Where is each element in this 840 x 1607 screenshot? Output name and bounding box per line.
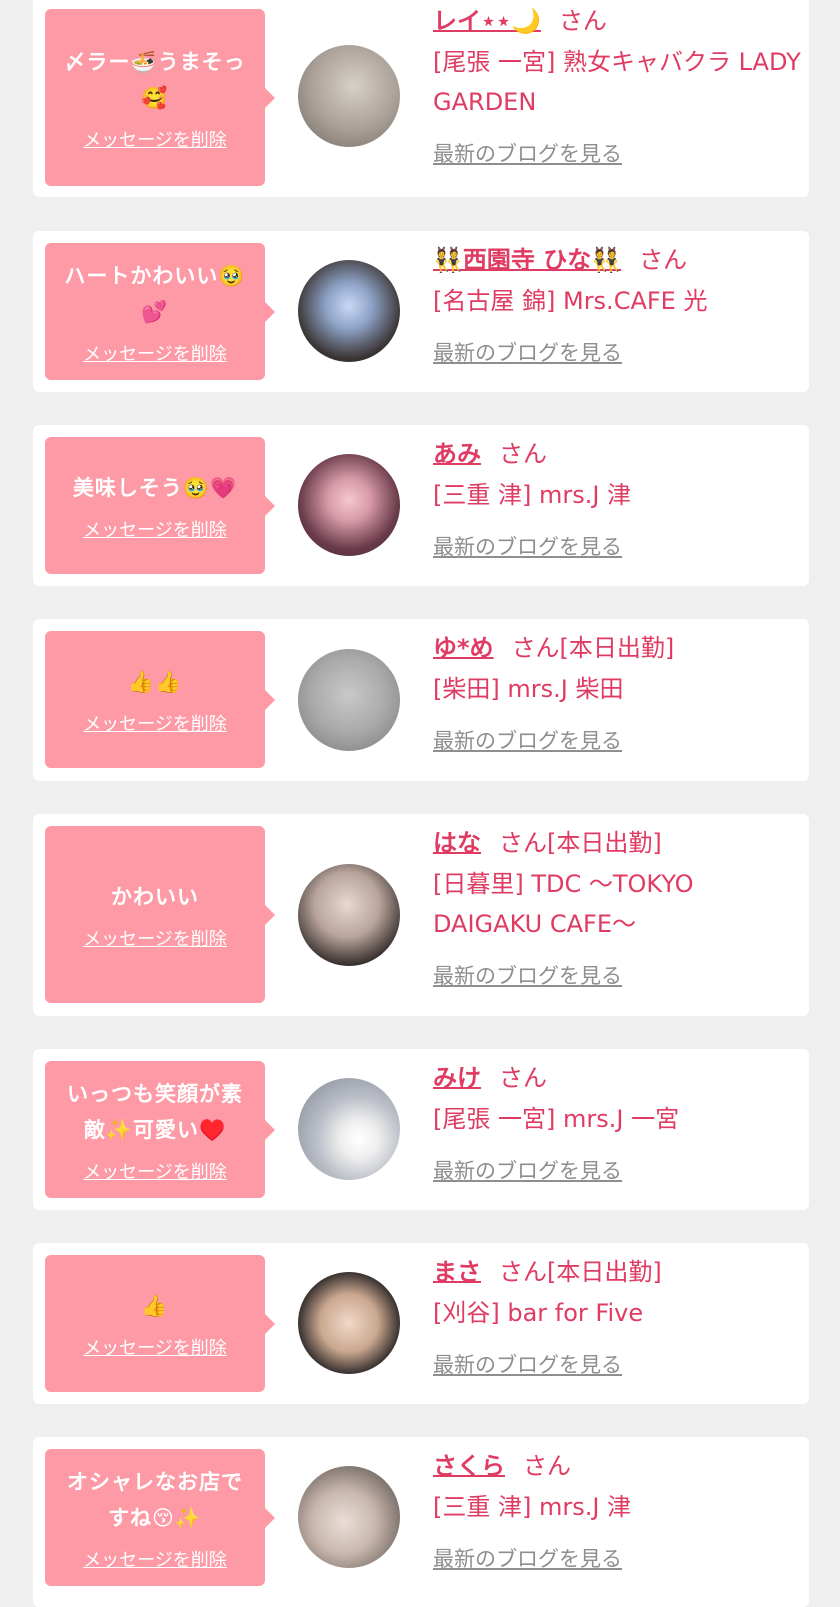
message-card: オシャレなお店ですね😚✨ メッセージを削除 さくら さん [三重 津] mrs.J… — [33, 1437, 809, 1607]
profile-info: まさ さん[本日出勤] [刈谷] bar for Five 最新のブログを見る — [433, 1255, 803, 1379]
avatar[interactable] — [298, 1466, 400, 1568]
honorific-label: さん — [639, 246, 688, 274]
honorific-label: さん[本日出勤] — [499, 829, 662, 857]
avatar[interactable] — [298, 1272, 400, 1374]
profile-info: あみ さん [三重 津] mrs.J 津 最新のブログを見る — [433, 437, 803, 561]
delete-message-link[interactable]: メッセージを削除 — [83, 1546, 227, 1572]
shop-name: [名古屋 錦] Mrs.CAFE 光 — [433, 287, 708, 315]
latest-blog-link[interactable]: 最新のブログを見る — [433, 960, 622, 990]
honorific-label: さん[本日出勤] — [511, 634, 675, 662]
message-list: 〆ラー🍜うまそっ🥰 メッセージを削除 レイ⋆⋆🌙 さん [尾張 一宮] 熟女キャバ… — [0, 0, 840, 1607]
message-card: いっつも笑顔が素敵✨可愛い♥️ メッセージを削除 みけ さん [尾張 一宮] mr… — [33, 1049, 809, 1210]
delete-message-link[interactable]: メッセージを削除 — [83, 925, 227, 951]
profile-info: 👯西園寺 ひな👯 さん [名古屋 錦] Mrs.CAFE 光 最新のブログを見る — [433, 243, 803, 367]
cast-name-link[interactable]: みけ — [433, 1064, 481, 1092]
shop-name: [柴田] mrs.J 柴田 — [433, 675, 624, 703]
latest-blog-link[interactable]: 最新のブログを見る — [433, 531, 622, 561]
message-card: 〆ラー🍜うまそっ🥰 メッセージを削除 レイ⋆⋆🌙 さん [尾張 一宮] 熟女キャバ… — [33, 0, 809, 197]
delete-message-link[interactable]: メッセージを削除 — [83, 126, 227, 152]
avatar[interactable] — [298, 45, 400, 147]
avatar[interactable] — [298, 649, 400, 751]
profile-info: レイ⋆⋆🌙 さん [尾張 一宮] 熟女キャバクラ LADY GARDEN 最新のブ… — [433, 4, 803, 168]
avatar[interactable] — [298, 1078, 400, 1180]
honorific-label: さん[本日出勤] — [499, 1258, 662, 1286]
profile-info: みけ さん [尾張 一宮] mrs.J 一宮 最新のブログを見る — [433, 1061, 803, 1185]
message-bubble: 👍👍 メッセージを削除 — [45, 631, 275, 768]
profile-info: はな さん[本日出勤] [日暮里] TDC ～TOKYO DAIGAKU CAFE… — [433, 826, 803, 990]
message-card: 👍👍 メッセージを削除 ゆ*め さん[本日出勤] [柴田] mrs.J 柴田 最新… — [33, 619, 809, 781]
latest-blog-link[interactable]: 最新のブログを見る — [433, 138, 622, 168]
message-text: いっつも笑顔が素敵✨可愛い♥️ — [67, 1081, 243, 1142]
message-text: オシャレなお店ですね😚✨ — [67, 1469, 243, 1530]
message-text: かわいい — [111, 884, 199, 909]
shop-name: [刈谷] bar for Five — [433, 1299, 644, 1327]
profile-info: さくら さん [三重 津] mrs.J 津 最新のブログを見る — [433, 1449, 803, 1573]
cast-name-link[interactable]: 👯西園寺 ひな👯 — [433, 246, 621, 274]
delete-message-link[interactable]: メッセージを削除 — [83, 340, 227, 366]
latest-blog-link[interactable]: 最新のブログを見る — [433, 1349, 622, 1379]
shop-name: [尾張 一宮] 熟女キャバクラ LADY GARDEN — [433, 48, 801, 116]
message-text: 👍 — [141, 1293, 169, 1318]
latest-blog-link[interactable]: 最新のブログを見る — [433, 1155, 622, 1185]
message-text: 👍👍 — [127, 669, 183, 694]
delete-message-link[interactable]: メッセージを削除 — [83, 1158, 227, 1184]
cast-name-link[interactable]: ゆ*め — [433, 634, 494, 662]
message-text: 美味しそう🥹💗 — [72, 475, 238, 500]
shop-name: [三重 津] mrs.J 津 — [433, 481, 632, 509]
cast-name-link[interactable]: あみ — [433, 440, 481, 468]
cast-name-link[interactable]: はな — [433, 829, 481, 857]
honorific-label: さん — [523, 1452, 571, 1480]
avatar[interactable] — [298, 454, 400, 556]
message-bubble: オシャレなお店ですね😚✨ メッセージを削除 — [45, 1449, 275, 1586]
delete-message-link[interactable]: メッセージを削除 — [83, 516, 227, 542]
message-bubble: かわいい メッセージを削除 — [45, 826, 275, 1003]
cast-name-link[interactable]: レイ⋆⋆🌙 — [433, 7, 541, 35]
cast-name-link[interactable]: まさ — [433, 1258, 481, 1286]
message-card: 美味しそう🥹💗 メッセージを削除 あみ さん [三重 津] mrs.J 津 最新の… — [33, 425, 809, 586]
avatar[interactable] — [298, 864, 400, 966]
message-bubble: 〆ラー🍜うまそっ🥰 メッセージを削除 — [45, 9, 275, 186]
cast-name-link[interactable]: さくら — [433, 1452, 505, 1480]
latest-blog-link[interactable]: 最新のブログを見る — [433, 725, 622, 755]
message-text: ハートかわいい🥹💕 — [64, 263, 246, 324]
delete-message-link[interactable]: メッセージを削除 — [83, 710, 227, 736]
message-bubble: ハートかわいい🥹💕 メッセージを削除 — [45, 243, 275, 380]
honorific-label: さん — [499, 440, 547, 468]
message-bubble: 美味しそう🥹💗 メッセージを削除 — [45, 437, 275, 574]
message-card: 👍 メッセージを削除 まさ さん[本日出勤] [刈谷] bar for Five … — [33, 1243, 809, 1404]
message-bubble: いっつも笑顔が素敵✨可愛い♥️ メッセージを削除 — [45, 1061, 275, 1198]
message-bubble: 👍 メッセージを削除 — [45, 1255, 275, 1392]
honorific-label: さん — [558, 7, 607, 35]
message-card: ハートかわいい🥹💕 メッセージを削除 👯西園寺 ひな👯 さん [名古屋 錦] Mr… — [33, 231, 809, 392]
shop-name: [尾張 一宮] mrs.J 一宮 — [433, 1105, 680, 1133]
message-card: かわいい メッセージを削除 はな さん[本日出勤] [日暮里] TDC ～TOKY… — [33, 814, 809, 1016]
shop-name: [三重 津] mrs.J 津 — [433, 1493, 632, 1521]
delete-message-link[interactable]: メッセージを削除 — [83, 1334, 227, 1360]
latest-blog-link[interactable]: 最新のブログを見る — [433, 337, 622, 367]
latest-blog-link[interactable]: 最新のブログを見る — [433, 1543, 622, 1573]
profile-info: ゆ*め さん[本日出勤] [柴田] mrs.J 柴田 最新のブログを見る — [433, 631, 803, 755]
shop-name: [日暮里] TDC ～TOKYO DAIGAKU CAFE～ — [433, 870, 694, 938]
avatar[interactable] — [298, 260, 400, 362]
message-text: 〆ラー🍜うまそっ🥰 — [64, 49, 246, 110]
honorific-label: さん — [499, 1064, 547, 1092]
